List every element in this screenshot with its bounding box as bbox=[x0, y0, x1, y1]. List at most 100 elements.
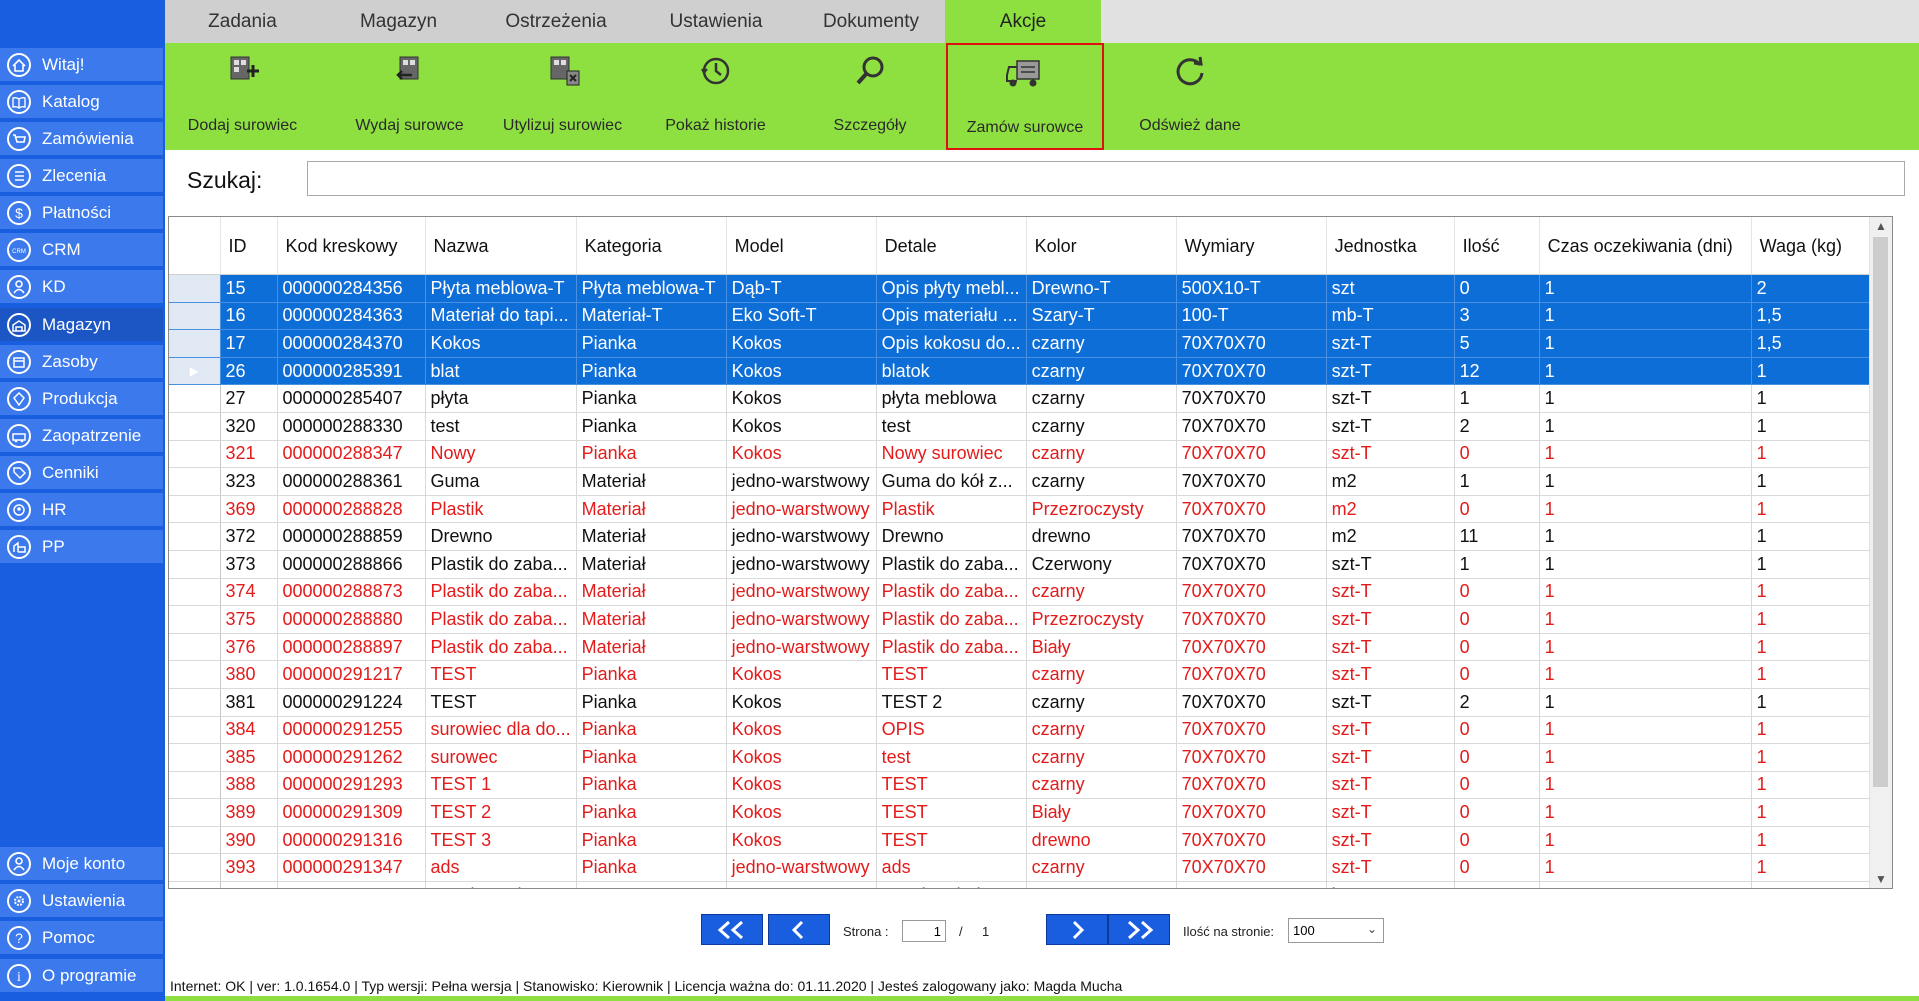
table-cell[interactable]: czarny bbox=[1026, 467, 1177, 496]
table-cell[interactable]: Płyta meblowa-T bbox=[576, 274, 727, 303]
table-cell[interactable]: 000000288828 bbox=[277, 495, 426, 524]
table-cell[interactable]: Przezroczysty bbox=[1026, 495, 1177, 524]
sidebar-item-witaj-[interactable]: Witaj! bbox=[0, 48, 163, 82]
table-cell[interactable]: 394 bbox=[220, 881, 278, 888]
table-cell[interactable]: Opis kokosu do... bbox=[876, 329, 1027, 358]
table-cell[interactable]: test bbox=[876, 412, 1027, 441]
table-cell[interactable]: Biały bbox=[1026, 633, 1177, 662]
sidebar-item-płatności[interactable]: $ Płatności bbox=[0, 196, 163, 230]
table-cell[interactable]: jedno-warstwowy bbox=[726, 633, 877, 662]
table-cell[interactable]: szt-T bbox=[1326, 329, 1455, 358]
scrollbar-thumb[interactable] bbox=[1873, 237, 1888, 787]
table-cell[interactable]: 0 bbox=[1454, 633, 1540, 662]
table-cell[interactable]: 70X70X70 bbox=[1176, 440, 1327, 469]
column-header[interactable]: Jednostka bbox=[1326, 217, 1455, 275]
table-row[interactable]: 375 000000288880 Plastik do zaba... Materia… bbox=[169, 605, 1872, 634]
table-cell[interactable]: 000000284356 bbox=[277, 274, 426, 303]
table-cell[interactable]: 1 bbox=[1539, 633, 1752, 662]
table-cell[interactable]: 000000288873 bbox=[277, 578, 426, 607]
table-cell[interactable]: Szary-T bbox=[1026, 302, 1177, 331]
table-cell[interactable]: 70X70X70 bbox=[1176, 384, 1327, 413]
table-cell[interactable]: 1 bbox=[1539, 467, 1752, 496]
row-header[interactable] bbox=[169, 605, 221, 634]
next-page-button[interactable] bbox=[1046, 914, 1108, 945]
table-cell[interactable]: Kokos bbox=[425, 329, 577, 358]
table-cell[interactable]: 321 bbox=[220, 440, 278, 469]
table-row[interactable]: 373 000000288866 Plastik do zaba... Materia… bbox=[169, 550, 1872, 579]
table-cell[interactable]: Kokos bbox=[726, 329, 877, 358]
table-cell[interactable]: 000000291293 bbox=[277, 771, 426, 800]
table-cell[interactable]: 0 bbox=[1454, 826, 1540, 855]
table-cell[interactable]: 5 bbox=[1539, 881, 1752, 888]
column-header[interactable]: Nazwa bbox=[425, 217, 577, 275]
table-cell[interactable]: kg bbox=[1326, 881, 1455, 888]
column-header[interactable]: Kod kreskowy bbox=[277, 217, 426, 275]
table-cell[interactable]: czarny bbox=[1026, 743, 1177, 772]
table-cell[interactable]: czarny bbox=[1026, 384, 1177, 413]
table-cell[interactable]: szt-T bbox=[1326, 716, 1455, 745]
table-cell[interactable]: Kokos bbox=[726, 826, 877, 855]
table-cell[interactable]: blat bbox=[425, 357, 577, 386]
table-cell[interactable]: Materiał bbox=[576, 522, 727, 551]
table-cell[interactable]: 0 bbox=[1454, 274, 1540, 303]
table-cell[interactable]: Drewno-T bbox=[1026, 274, 1177, 303]
table-cell[interactable]: 3 bbox=[1454, 302, 1540, 331]
table-row[interactable]: 320 000000288330 test Pianka Kokos test czarny… bbox=[169, 412, 1872, 441]
table-cell[interactable]: 1 bbox=[1751, 467, 1872, 496]
row-header[interactable] bbox=[169, 495, 221, 524]
table-cell[interactable]: Eko Soft-T bbox=[726, 302, 877, 331]
column-header[interactable]: Wymiary bbox=[1176, 217, 1327, 275]
table-cell[interactable]: 1 bbox=[1751, 412, 1872, 441]
table-cell[interactable]: drewno bbox=[1026, 522, 1177, 551]
column-header[interactable]: Ilość bbox=[1454, 217, 1540, 275]
table-cell[interactable]: 1 bbox=[1539, 440, 1752, 469]
table-cell[interactable]: TEST bbox=[876, 771, 1027, 800]
row-header[interactable] bbox=[169, 826, 221, 855]
table-cell[interactable]: 000000291354 bbox=[277, 881, 426, 888]
table-cell[interactable]: TEST 2 bbox=[425, 798, 577, 827]
table-cell[interactable]: 15 bbox=[220, 274, 278, 303]
table-cell[interactable]: szt-T bbox=[1326, 853, 1455, 883]
table-cell[interactable]: TEST 3 bbox=[425, 826, 577, 855]
table-cell[interactable]: szt-T bbox=[1326, 384, 1455, 413]
table-cell[interactable]: 1 bbox=[1539, 853, 1752, 883]
tab-zadania[interactable]: Zadania bbox=[165, 0, 320, 43]
search-input[interactable] bbox=[307, 161, 1905, 196]
table-cell[interactable]: 100-T bbox=[1176, 302, 1327, 331]
table-cell[interactable]: jedno-warstwowy bbox=[726, 467, 877, 496]
column-header[interactable]: Detale bbox=[876, 217, 1027, 275]
column-header[interactable]: Kategoria bbox=[576, 217, 727, 275]
table-cell[interactable]: 393 bbox=[220, 853, 278, 883]
tab-ustawienia[interactable]: Ustawienia bbox=[635, 0, 797, 43]
table-cell[interactable]: Kokos bbox=[726, 688, 877, 717]
table-cell[interactable]: 1 bbox=[1751, 578, 1872, 607]
table-cell[interactable]: Kokos bbox=[726, 357, 877, 386]
table-cell[interactable]: 0 bbox=[1454, 660, 1540, 689]
table-cell[interactable]: Pianka bbox=[576, 826, 727, 855]
table-cell[interactable]: TEST bbox=[425, 660, 577, 689]
table-cell[interactable]: 1 bbox=[1539, 688, 1752, 717]
last-page-button[interactable] bbox=[1108, 914, 1170, 945]
table-cell[interactable]: płyta meblowa bbox=[876, 384, 1027, 413]
table-cell[interactable]: 384 bbox=[220, 716, 278, 745]
table-cell[interactable]: 1 bbox=[1751, 771, 1872, 800]
table-cell[interactable]: 000000288330 bbox=[277, 412, 426, 441]
table-cell[interactable]: szt-T bbox=[1326, 357, 1455, 386]
table-cell[interactable]: 1 bbox=[1751, 522, 1872, 551]
table-cell[interactable]: 1 bbox=[1539, 743, 1752, 772]
table-cell[interactable]: Materiał bbox=[576, 550, 727, 579]
table-cell[interactable]: jedno-warstwowy bbox=[726, 550, 877, 579]
table-row[interactable]: 394000000291354Metal ocynkow...TESTTESTM… bbox=[169, 881, 1872, 888]
table-cell[interactable]: 1 bbox=[1539, 578, 1752, 607]
table-cell[interactable]: Plastik do zaba... bbox=[876, 605, 1027, 634]
table-cell[interactable]: 0 bbox=[1454, 578, 1540, 607]
row-header[interactable] bbox=[169, 660, 221, 689]
table-row[interactable]: 27 000000285407 płyta Pianka Kokos płyta mebl… bbox=[169, 384, 1872, 413]
table-cell[interactable]: 1 bbox=[1539, 550, 1752, 579]
table-row[interactable]: 15 000000284356 Płyta meblowa-T Płyta meblo… bbox=[169, 274, 1872, 303]
table-cell[interactable]: 2 bbox=[1751, 274, 1872, 303]
table-cell[interactable]: 0 bbox=[1454, 853, 1540, 883]
table-cell[interactable]: szt-T bbox=[1326, 605, 1455, 634]
row-header[interactable] bbox=[169, 440, 221, 469]
table-cell[interactable]: 500X10-T bbox=[1176, 274, 1327, 303]
